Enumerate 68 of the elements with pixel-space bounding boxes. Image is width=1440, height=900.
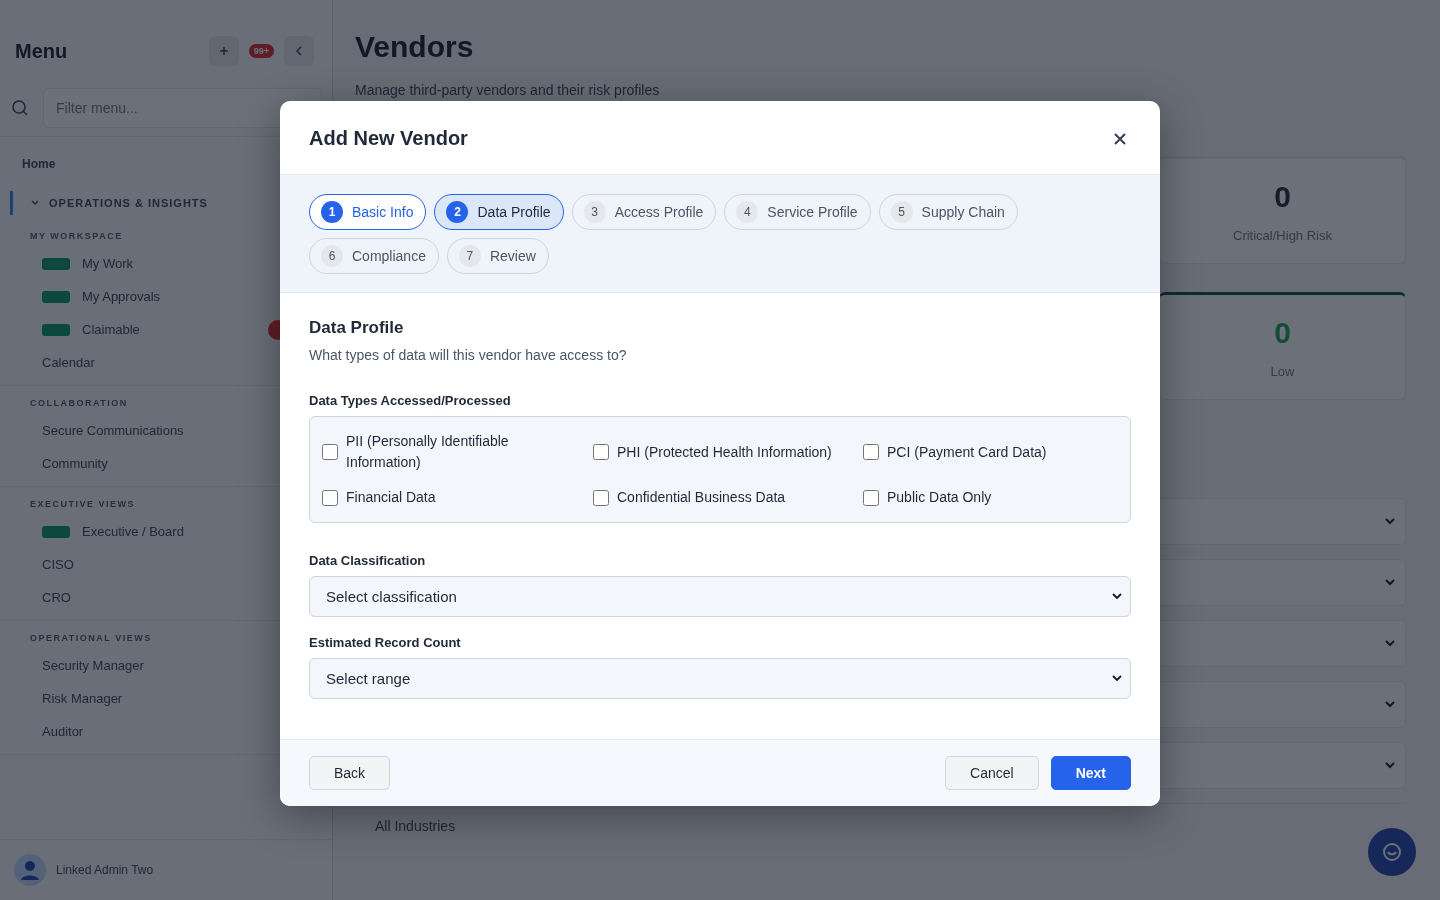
menu-item[interactable]: Calendar	[42, 355, 95, 370]
chevron-down-icon	[1385, 762, 1395, 769]
menu-item[interactable]: My Approvals	[82, 289, 161, 304]
back-button[interactable]: Back	[309, 756, 391, 790]
user-name: Linked Admin Two	[56, 863, 154, 877]
industry-filter[interactable]: All Industries	[375, 818, 456, 834]
chevron-down-icon	[1385, 701, 1395, 708]
menu-item[interactable]: Secure Communications	[42, 423, 184, 438]
menu-item[interactable]: Auditor	[42, 724, 84, 739]
menu-item[interactable]: Risk Manager	[42, 691, 123, 706]
chat-icon	[1381, 841, 1403, 863]
menu-item[interactable]: My Work	[82, 256, 134, 271]
group-label: OPERATIONAL VIEWS	[30, 633, 152, 643]
page-title: Vendors	[355, 30, 475, 64]
add-button[interactable]	[208, 36, 239, 66]
stat-value: 0	[1274, 315, 1291, 350]
checkbox-label: Public Data Only	[887, 488, 992, 507]
menu-item[interactable]: CRO	[42, 590, 71, 605]
group-label: MY WORKSPACE	[30, 231, 123, 241]
cancel-button[interactable]: Cancel	[945, 756, 1039, 790]
chevron-down-icon	[1112, 675, 1122, 682]
checkbox[interactable]	[322, 444, 338, 460]
menu-item[interactable]: CISO	[42, 557, 74, 572]
select-field[interactable]: Select classification	[309, 576, 1131, 617]
chevron-down-icon	[1385, 640, 1395, 647]
menu-item[interactable]: Security Manager	[42, 658, 144, 673]
chevron-left-icon	[295, 46, 303, 56]
select-field[interactable]: Select range	[309, 658, 1131, 699]
field-label: Data Types Accessed/Processed	[309, 393, 512, 408]
checkbox[interactable]	[593, 489, 609, 506]
checkbox-label: Financial Data	[346, 488, 436, 507]
chevron-down-icon	[1385, 579, 1395, 586]
section-description: What types of data will this vendor have access to?	[309, 347, 628, 363]
menu-title: Menu	[15, 39, 68, 63]
checkbox[interactable]	[593, 444, 609, 460]
menu-item[interactable]: Home	[22, 157, 56, 171]
section-title: Data Profile	[309, 318, 405, 338]
next-button[interactable]: Next	[1050, 756, 1131, 790]
checkbox-label: Confidential Business Data	[617, 488, 786, 507]
checkbox-label: PCI (Payment Card Data)	[887, 442, 1047, 462]
menu-item[interactable]: Executive / Board	[82, 524, 184, 539]
plus-icon	[218, 46, 229, 56]
checkbox-label: PII (Personally Identifiable Information)	[346, 432, 510, 472]
notification-badge[interactable]: 99+	[248, 44, 274, 58]
page-subtitle: Manage third-party vendors and their risk profiles	[355, 82, 661, 98]
close-icon	[1113, 131, 1127, 146]
menu-item[interactable]: Community	[42, 456, 108, 471]
group-label: EXECUTIVE VIEWS	[30, 499, 136, 509]
section-label: OPERATIONS & INSIGHTS	[49, 197, 208, 209]
checkbox[interactable]	[322, 489, 338, 506]
chevron-down-icon	[1385, 518, 1395, 525]
menu-item[interactable]: Claimable	[82, 322, 140, 337]
checkbox[interactable]	[863, 489, 879, 506]
avatar-icon[interactable]	[14, 854, 46, 886]
dialog-title: Add New Vendor	[309, 127, 468, 150]
stat-label: Critical/High Risk	[1233, 227, 1332, 243]
chevron-down-icon	[1112, 593, 1122, 600]
group-label: COLLABORATION	[30, 398, 128, 408]
checkbox[interactable]	[863, 444, 879, 460]
search-icon	[11, 99, 29, 117]
chat-button[interactable]	[1368, 828, 1416, 876]
stat-label: Low	[1270, 363, 1295, 379]
field-label: Data Classification	[309, 553, 427, 568]
checkbox-label: PHI (Protected Health Information)	[617, 442, 832, 462]
step-tab[interactable]: 1 Basic Info	[309, 194, 427, 230]
stat-value: 0	[1274, 179, 1291, 214]
step-tab[interactable]: 2 Data Profile	[434, 194, 564, 230]
field-label: Estimated Record Count	[309, 635, 462, 650]
